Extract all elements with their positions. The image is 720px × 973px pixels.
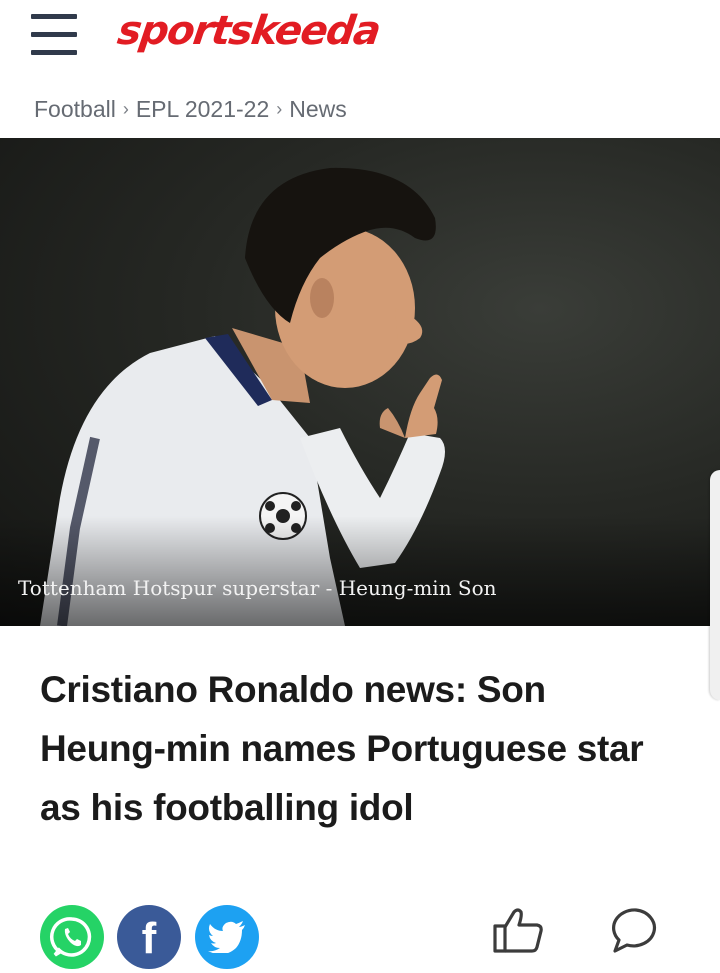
caption-gradient — [0, 516, 720, 626]
breadcrumb-separator: › — [276, 99, 283, 119]
facebook-icon: f — [141, 914, 157, 963]
comment-bubble-icon[interactable] — [611, 907, 661, 953]
site-logo[interactable]: sportskeeda — [115, 8, 383, 54]
image-caption: Tottenham Hotspur superstar - Heung-min … — [18, 576, 497, 600]
twitter-share-button[interactable] — [195, 905, 259, 969]
share-bar: f — [0, 905, 720, 971]
breadcrumb: Football › EPL 2021-22 › News — [34, 96, 347, 123]
page-edge-handle[interactable] — [710, 470, 720, 700]
whatsapp-share-button[interactable] — [40, 905, 104, 969]
breadcrumb-item-news[interactable]: News — [289, 96, 347, 123]
hamburger-menu-icon[interactable] — [31, 14, 77, 56]
site-header: sportskeeda — [0, 0, 720, 80]
hero-image: Tottenham Hotspur superstar - Heung-min … — [0, 138, 720, 626]
breadcrumb-item-epl[interactable]: EPL 2021-22 — [136, 96, 269, 123]
article-headline: Cristiano Ronaldo news: Son Heung-min na… — [40, 669, 644, 828]
thumbs-up-icon[interactable] — [492, 907, 544, 953]
twitter-icon — [208, 921, 245, 953]
breadcrumb-item-football[interactable]: Football — [34, 96, 116, 123]
facebook-share-button[interactable]: f — [117, 905, 181, 969]
whatsapp-icon — [49, 917, 92, 957]
breadcrumb-separator: › — [122, 99, 129, 119]
